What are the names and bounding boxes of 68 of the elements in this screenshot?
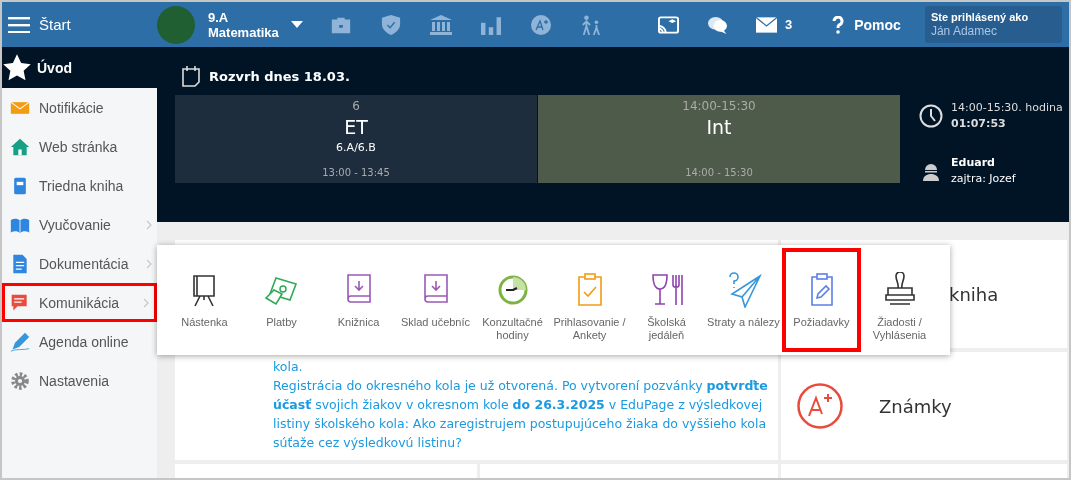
lesson-subject: ET (344, 115, 368, 140)
tile-label: Známky (879, 395, 952, 417)
lesson-classes: 6.A/6.B (336, 140, 376, 156)
news-text: kola. (273, 358, 304, 376)
submenu-item[interactable]: Žiadosti / Vyhlásenia (861, 248, 938, 352)
duty-name: Eduard (951, 155, 996, 171)
lesson-card[interactable]: 6 ET 6.A/6.B 13:00 - 13:45 (175, 95, 537, 183)
person-icon (921, 161, 941, 181)
duty-tomorrow: zajtra: Jozef (951, 171, 1016, 187)
lesson-card[interactable]: 14:00-15:30 Int 14:00 - 15:30 (538, 95, 900, 183)
submenu-item[interactable]: Sklad učebníc (397, 248, 474, 352)
submenu-item[interactable]: Požiadavky (782, 248, 861, 352)
lesson-period: 6 (352, 98, 360, 114)
sidebar-item[interactable]: Notifikácie (2, 88, 157, 127)
help-button[interactable]: Pomoc (830, 13, 903, 36)
shield-check-icon[interactable] (380, 14, 402, 35)
question-icon (832, 15, 845, 34)
grade-icon (797, 383, 843, 429)
sidebar-item[interactable]: Nastavenia (2, 361, 157, 400)
lesson-subject: Int (706, 115, 732, 140)
bank-icon[interactable] (430, 14, 452, 35)
house-icon (10, 136, 30, 157)
menu-icon[interactable] (8, 16, 30, 33)
news-text: Registrácia do okresného kola je už otvorená. Po vytvorení pozvánky potvrďte účasť svojich žiakov v okresnom kole do 26.3.2025 v EduPage z výsledkovej listiny školského kola: Ako zaregistrujem postupujúceho žiaka do vyššieho kola súťaže cez výsledkovú listinu? (273, 377, 768, 452)
submenu-item[interactable]: Knižnica (320, 248, 397, 352)
submenu-item[interactable]: Školská jedáleň (628, 248, 705, 352)
document-icon (10, 253, 30, 274)
user-name: Ján Adamec (930, 24, 998, 38)
message-count: 3 (785, 17, 793, 32)
sidebar-item[interactable]: Web stránka (2, 127, 157, 166)
submenu-item[interactable]: Straty a nálezy (705, 248, 782, 352)
submenu-item[interactable]: Nástenka (166, 248, 243, 352)
period-text: 14:00-15:30. hodina (951, 100, 1063, 116)
login-panel[interactable]: Ste prihlásený ako Ján Adamec (924, 6, 1062, 43)
countdown-text: 01:07:53 (951, 116, 1007, 132)
star-icon (2, 52, 32, 83)
settings-icon (10, 370, 30, 391)
caret-icon[interactable] (291, 21, 303, 28)
calendar-icon (181, 65, 201, 87)
bar-chart-icon[interactable] (480, 14, 502, 35)
login-caption: Ste prihlásený ako (930, 10, 1030, 24)
sidebar-item[interactable]: Dokumentácia (2, 244, 157, 283)
submenu-item[interactable]: Platby (243, 248, 320, 352)
submenu-item[interactable]: Konzultačné hodiny (474, 248, 551, 352)
pen-icon (10, 331, 30, 352)
submenu-item[interactable]: Prihlasovanie / Ankety (551, 248, 628, 352)
sidebar-item[interactable]: Vyučovanie (2, 205, 157, 244)
home-label[interactable]: Úvod (37, 59, 72, 76)
lesson-time: 14:00 - 15:30 (685, 167, 753, 180)
subject-name[interactable]: Matematika (208, 24, 288, 40)
chat-icon (10, 292, 30, 313)
chat-icon[interactable] (707, 15, 728, 34)
lesson-period: 14:00-15:30 (682, 98, 756, 114)
walking-people-icon[interactable] (580, 14, 602, 35)
class-photo-placeholder (157, 5, 195, 44)
tile-card[interactable]: Známky (781, 352, 1067, 460)
sidebar-item[interactable]: Triedna kniha (2, 166, 157, 205)
sidebar-item[interactable]: Agenda online (2, 322, 157, 361)
lesson-time: 13:00 - 13:45 (322, 167, 390, 180)
class-name[interactable]: 9.A (208, 9, 288, 25)
grade-icon[interactable] (530, 14, 552, 35)
clock-icon (919, 104, 943, 128)
schedule-title: Rozvrh dnes 18.03. (209, 68, 350, 84)
cast-icon[interactable] (658, 15, 679, 34)
tile-label: kniha (949, 283, 999, 305)
sidebar-item[interactable]: Komunikácia (2, 283, 157, 322)
start-label[interactable]: Štart (39, 16, 157, 33)
mail-icon[interactable] (756, 15, 777, 34)
